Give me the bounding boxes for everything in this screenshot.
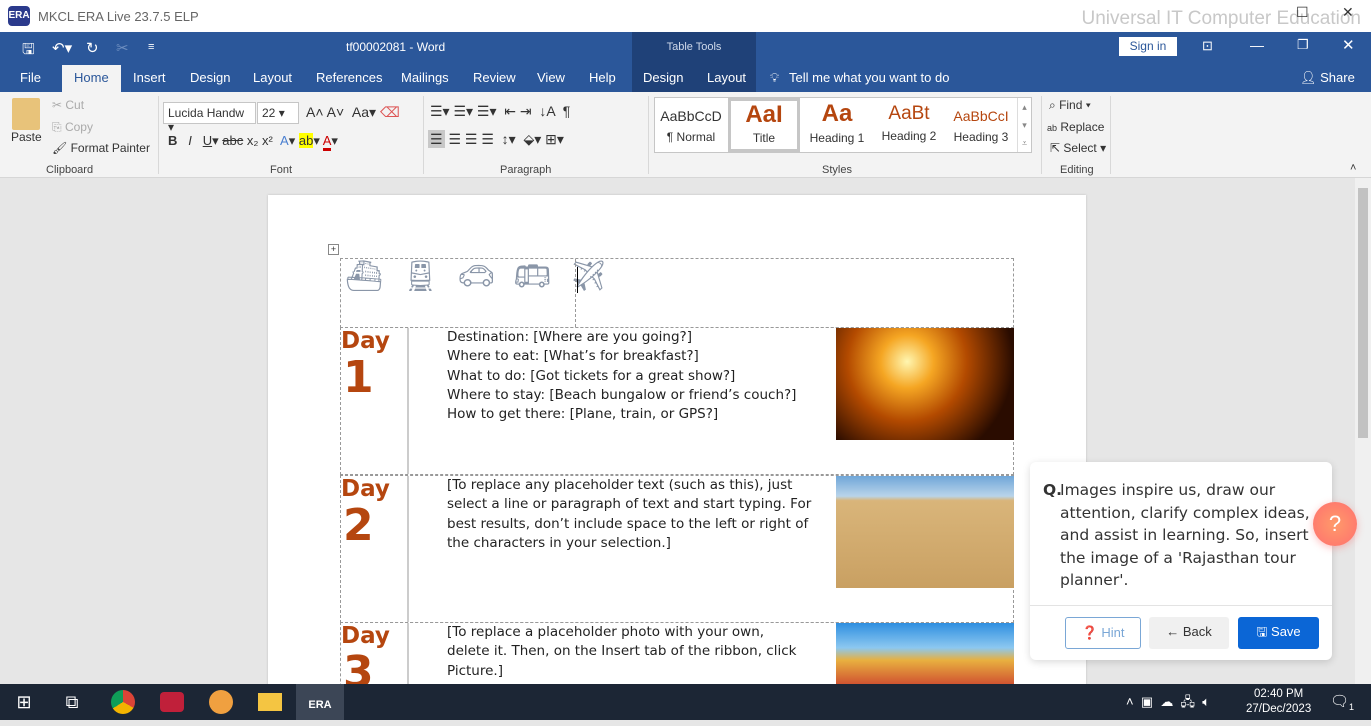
style-heading-3[interactable]: AaBbCcI Heading 3 bbox=[945, 98, 1017, 152]
tab-review[interactable]: Review bbox=[473, 70, 516, 85]
back-button[interactable]: ← Back bbox=[1149, 617, 1229, 649]
select-button[interactable]: ⇱ Select ▾ bbox=[1050, 141, 1106, 155]
ribbon-tabs: File Home Insert Design Layout Reference… bbox=[0, 62, 1371, 92]
day-3-details[interactable]: [To replace a placeholder photo with you… bbox=[447, 623, 796, 681]
font-format-buttons[interactable]: B I U▾ abc x₂ x² A▾ ab▾ A▾ bbox=[168, 133, 338, 151]
table-tools-label: Table Tools bbox=[632, 32, 756, 62]
document-title: tf00002081 - Word bbox=[346, 40, 446, 54]
styles-group-label: Styles bbox=[822, 164, 852, 176]
app-title: MKCL ERA Live 23.7.5 ELP bbox=[38, 9, 199, 24]
customize-qat-icon[interactable]: ≡ bbox=[148, 41, 154, 53]
taskbar: ⊞ ⧉ ERA ˄ ▣ ☁ 🖧 🔈︎ 02:40 PM 27/Dec/2023 🗨… bbox=[0, 684, 1371, 720]
keyboard-app-icon[interactable] bbox=[197, 684, 245, 720]
file-explorer-icon[interactable] bbox=[246, 684, 294, 720]
share-label: Share bbox=[1320, 70, 1355, 85]
table-move-handle[interactable]: + bbox=[328, 244, 339, 255]
beach-image[interactable] bbox=[836, 476, 1014, 588]
start-button[interactable]: ⊞ bbox=[0, 684, 48, 720]
surfboards-image[interactable] bbox=[836, 623, 1014, 685]
styles-gallery: AaBbCcD ¶ Normal AaI Title Aa Heading 1 AaB… bbox=[654, 97, 1032, 153]
collapse-ribbon-icon[interactable]: ˄ bbox=[1350, 162, 1356, 174]
tab-file[interactable]: File bbox=[20, 70, 41, 85]
tab-references[interactable]: References bbox=[316, 70, 382, 85]
copy-button[interactable]: ⎘ Copy bbox=[52, 120, 93, 135]
tab-help[interactable]: Help bbox=[589, 70, 616, 85]
alignment-buttons[interactable]: ☰ ☰ ☰ ☰ ↕▾ ⬙▾ ⊞▾ bbox=[428, 130, 564, 148]
word-title-bar: 🖫 ↶▾ ↻ ✂ ≡ tf00002081 - Word Table Tools… bbox=[0, 32, 1371, 62]
format-painter-button[interactable]: 🖌︎ Format Painter bbox=[52, 141, 150, 155]
app-logo: ERA bbox=[8, 6, 30, 26]
tray-icons[interactable]: ˄ ▣ ☁ 🖧 🔈︎ bbox=[1126, 693, 1210, 715]
lightbulb-icon: 💡︎ bbox=[770, 70, 780, 85]
icon-row: ⛴🚆︎🚗︎🚌︎✈︎ bbox=[340, 258, 1014, 328]
tab-view[interactable]: View bbox=[537, 70, 565, 85]
tab-layout[interactable]: Layout bbox=[253, 70, 292, 85]
concert-image[interactable] bbox=[836, 328, 1014, 440]
paragraph-group-label: Paragraph bbox=[500, 164, 552, 176]
undo-icon[interactable]: ↶▾ bbox=[52, 39, 72, 57]
find-button[interactable]: ⌕ Find ▾ bbox=[1049, 98, 1091, 113]
style-title[interactable]: AaI Title bbox=[728, 98, 800, 152]
task-view-button[interactable]: ⧉ bbox=[48, 684, 96, 720]
replace-button[interactable]: ab Replace bbox=[1047, 120, 1104, 134]
question-panel: Q. Images inspire us, draw our attention,… bbox=[1030, 462, 1332, 660]
vertical-scrollbar[interactable] bbox=[1355, 178, 1371, 684]
style-normal[interactable]: AaBbCcD ¶ Normal bbox=[655, 98, 727, 152]
close-button[interactable]: ✕ bbox=[1342, 4, 1354, 21]
tab-insert[interactable]: Insert bbox=[133, 70, 166, 85]
clock[interactable]: 02:40 PM 27/Dec/2023 bbox=[1246, 687, 1311, 717]
cut-qat-icon: ✂ bbox=[116, 40, 129, 57]
screen-recorder-icon[interactable] bbox=[148, 684, 196, 720]
restore-button[interactable]: ❐ bbox=[1297, 37, 1309, 53]
watermark: Universal IT Computer Education bbox=[1081, 8, 1362, 29]
minimize-button[interactable]: — bbox=[1250, 37, 1264, 53]
hint-button[interactable]: ❓ Hint bbox=[1065, 617, 1141, 649]
notification-icon[interactable]: 🗨︎1 bbox=[1330, 692, 1354, 712]
maximize-button[interactable]: ☐ bbox=[1296, 4, 1309, 21]
paste-button[interactable]: Paste bbox=[11, 130, 42, 144]
day-1-details[interactable]: Destination: [Where are you going?] Where… bbox=[447, 328, 796, 424]
tab-home[interactable]: Home bbox=[62, 65, 121, 92]
text-cursor bbox=[577, 267, 578, 293]
font-group-label: Font bbox=[270, 164, 293, 176]
font-name-select[interactable]: Lucida Handw ▾ bbox=[163, 102, 256, 134]
word-close-button[interactable]: ✕ bbox=[1342, 36, 1355, 54]
save-button[interactable]: 🖫 Save bbox=[1238, 617, 1319, 649]
style-heading-1[interactable]: Aa Heading 1 bbox=[801, 98, 873, 152]
question-text: Q. Images inspire us, draw our attention,… bbox=[1043, 481, 1310, 589]
day-row: Day 1 Destination: [Where are you going?… bbox=[340, 327, 1014, 475]
chrome-icon[interactable] bbox=[99, 684, 147, 720]
grow-shrink-font-buttons[interactable]: A˄ A˅ Aa▾ ⌫ bbox=[306, 104, 400, 121]
list-indent-buttons[interactable]: ☰▾ ☰▾ ☰▾ ⇤ ⇥ ↓A ¶ bbox=[430, 103, 570, 120]
style-heading-2[interactable]: AaBt Heading 2 bbox=[873, 98, 945, 152]
day-row: Day 2 [To replace any placeholder text (… bbox=[340, 475, 1014, 623]
clipboard-group-label: Clipboard bbox=[46, 164, 94, 176]
document-page: + ⛴🚆︎🚗︎🚌︎✈︎ Day 1 Destination: [Where ar… bbox=[268, 195, 1086, 702]
sign-in-button[interactable]: Sign in bbox=[1119, 37, 1177, 56]
font-size-select[interactable]: 22 ▾ bbox=[257, 102, 299, 124]
tell-me-search[interactable]: Tell me what you want to do bbox=[789, 70, 949, 85]
day-2-details[interactable]: [To replace any placeholder text (such a… bbox=[447, 476, 811, 553]
redo-icon[interactable]: ↻ bbox=[86, 39, 99, 57]
tab-table-design[interactable]: Design bbox=[643, 70, 683, 85]
editing-group-label: Editing bbox=[1060, 164, 1094, 176]
person-icon: 👤︎ bbox=[1300, 70, 1317, 85]
save-icon[interactable]: 🖫 bbox=[22, 39, 35, 64]
era-app-icon[interactable]: ERA bbox=[296, 684, 344, 720]
tab-mailings[interactable]: Mailings bbox=[401, 70, 449, 85]
paste-icon bbox=[12, 98, 40, 130]
ribbon-display-options-icon[interactable]: ⊡ bbox=[1202, 38, 1213, 54]
help-icon[interactable]: ? bbox=[1313, 502, 1357, 546]
ribbon: Paste ✂ Cut ⎘ Copy 🖌︎ Format Painter Cli… bbox=[0, 92, 1371, 178]
cut-button[interactable]: ✂ Cut bbox=[52, 98, 84, 112]
share-button[interactable]: 👤︎ Share bbox=[1300, 70, 1355, 86]
styles-scroll[interactable]: ▴ ▾ ⩡ bbox=[1017, 98, 1031, 152]
tab-table-layout[interactable]: Layout bbox=[707, 70, 746, 85]
app-title-bar: ERA MKCL ERA Live 23.7.5 ELP Universal I… bbox=[0, 0, 1371, 32]
tab-design[interactable]: Design bbox=[190, 70, 230, 85]
transport-icons: ⛴🚆︎🚗︎🚌︎✈︎ bbox=[345, 260, 626, 293]
